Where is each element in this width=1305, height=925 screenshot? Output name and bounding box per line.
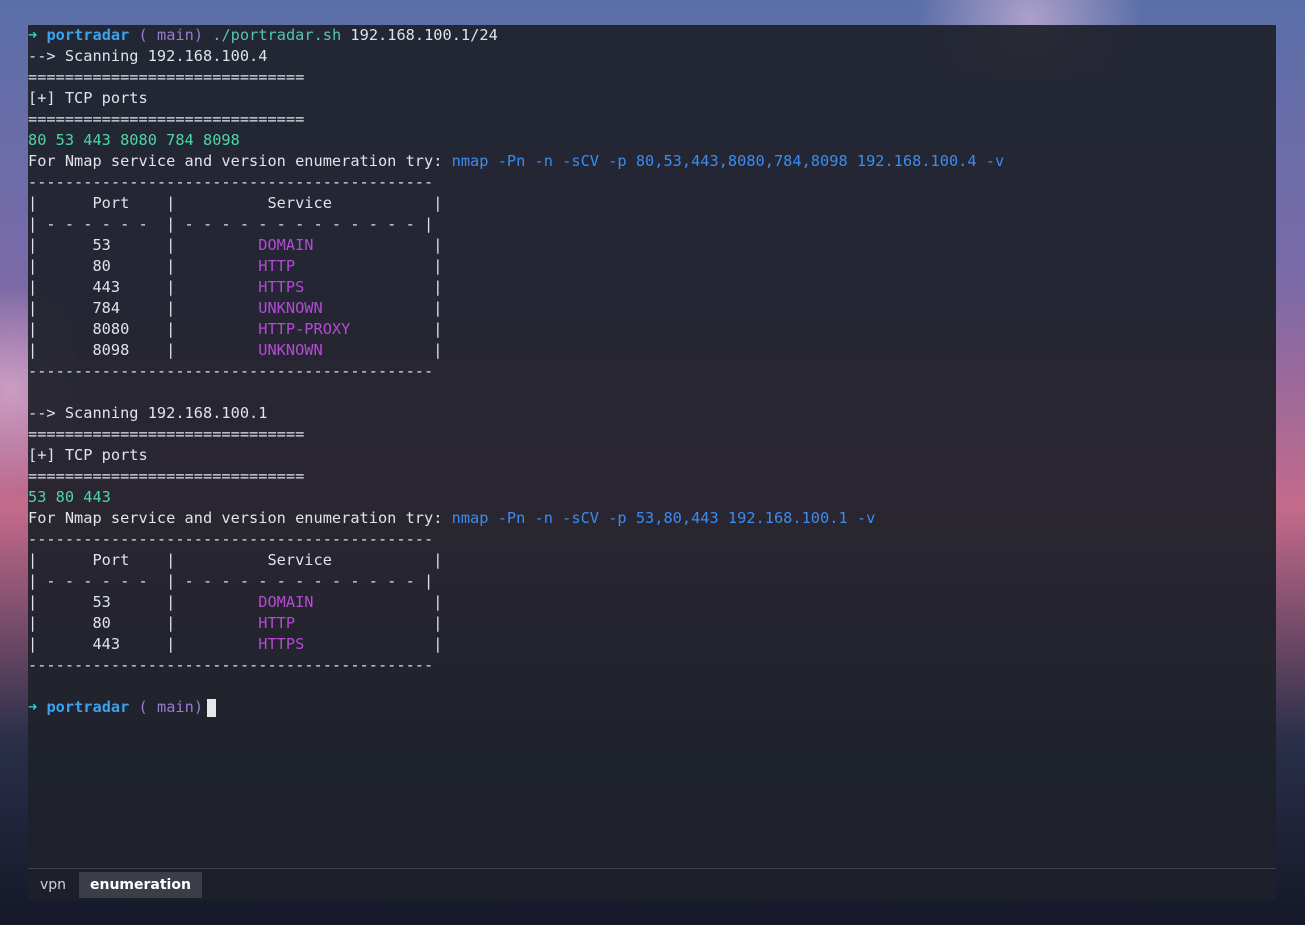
table-border: ----------------------------------------… bbox=[28, 362, 434, 380]
table-row: | 80 | HTTP | bbox=[28, 614, 443, 632]
service-name: DOMAIN bbox=[258, 593, 314, 611]
table-row: | 784 | UNKNOWN | bbox=[28, 299, 443, 317]
prompt-directory: portradar bbox=[46, 26, 130, 44]
table-border: ----------------------------------------… bbox=[28, 656, 434, 674]
table-row: | 80 | HTTP | bbox=[28, 257, 443, 275]
table-row: | 443 | HTTPS | bbox=[28, 278, 443, 296]
separator: ============================== bbox=[28, 68, 305, 86]
git-status: ( main) bbox=[138, 26, 204, 44]
git-status: ( main) bbox=[138, 698, 204, 716]
nmap-hint: For Nmap service and version enumeration… bbox=[28, 152, 1005, 170]
service-name: HTTP bbox=[258, 257, 296, 275]
table-border: ----------------------------------------… bbox=[28, 530, 434, 548]
table-row: | 53 | DOMAIN | bbox=[28, 593, 443, 611]
section-header: [+] TCP ports bbox=[28, 446, 148, 464]
service-name: HTTP-PROXY bbox=[258, 320, 351, 338]
table-divider: | - - - - - - | - - - - - - - - - - - - … bbox=[28, 215, 434, 233]
prompt-arrow: ➜ bbox=[28, 26, 38, 44]
tmux-tab-bar: vpn enumeration bbox=[28, 868, 1276, 900]
nmap-command: nmap -Pn -n -sCV -p 53,80,443 192.168.10… bbox=[451, 509, 876, 527]
table-row: | 443 | HTTPS | bbox=[28, 635, 443, 653]
tab-enumeration[interactable]: enumeration bbox=[79, 872, 202, 898]
prompt-line: ➜ portradar ( main) ./portradar.sh 192.1… bbox=[28, 25, 1276, 46]
separator: ============================== bbox=[28, 110, 305, 128]
prompt-directory: portradar bbox=[46, 698, 130, 716]
service-name: UNKNOWN bbox=[258, 341, 323, 359]
service-name: DOMAIN bbox=[258, 236, 314, 254]
service-name: HTTPS bbox=[258, 635, 305, 653]
text-cursor bbox=[207, 698, 217, 717]
table-header: | Port | Service | bbox=[28, 551, 443, 569]
table-row: | 8080 | HTTP-PROXY | bbox=[28, 320, 443, 338]
service-name: UNKNOWN bbox=[258, 299, 323, 317]
scan-title: --> Scanning 192.168.100.4 bbox=[28, 47, 268, 65]
terminal-output: ➜ portradar ( main) ./portradar.sh 192.1… bbox=[28, 25, 1276, 718]
terminal-window[interactable]: ➜ portradar ( main) ./portradar.sh 192.1… bbox=[28, 25, 1276, 900]
service-name: HTTPS bbox=[258, 278, 305, 296]
table-row: | 8098 | UNKNOWN | bbox=[28, 341, 443, 359]
open-ports-list: 53 80 443 bbox=[28, 488, 111, 506]
table-header: | Port | Service | bbox=[28, 194, 443, 212]
table-divider: | - - - - - - | - - - - - - - - - - - - … bbox=[28, 572, 434, 590]
prompt-arrow: ➜ bbox=[28, 698, 38, 716]
scan-title: --> Scanning 192.168.100.1 bbox=[28, 404, 268, 422]
tab-vpn[interactable]: vpn bbox=[29, 872, 77, 898]
command-script: ./portradar.sh bbox=[212, 26, 342, 44]
separator: ============================== bbox=[28, 467, 305, 485]
prompt-line-current[interactable]: ➜ portradar ( main) bbox=[28, 697, 1276, 718]
nmap-hint: For Nmap service and version enumeration… bbox=[28, 509, 876, 527]
table-border: ----------------------------------------… bbox=[28, 173, 434, 191]
service-name: HTTP bbox=[258, 614, 296, 632]
open-ports-list: 80 53 443 8080 784 8098 bbox=[28, 131, 240, 149]
separator: ============================== bbox=[28, 425, 305, 443]
nmap-command: nmap -Pn -n -sCV -p 80,53,443,8080,784,8… bbox=[451, 152, 1005, 170]
command-args: 192.168.100.1/24 bbox=[350, 26, 498, 44]
table-row: | 53 | DOMAIN | bbox=[28, 236, 443, 254]
section-header: [+] TCP ports bbox=[28, 89, 148, 107]
